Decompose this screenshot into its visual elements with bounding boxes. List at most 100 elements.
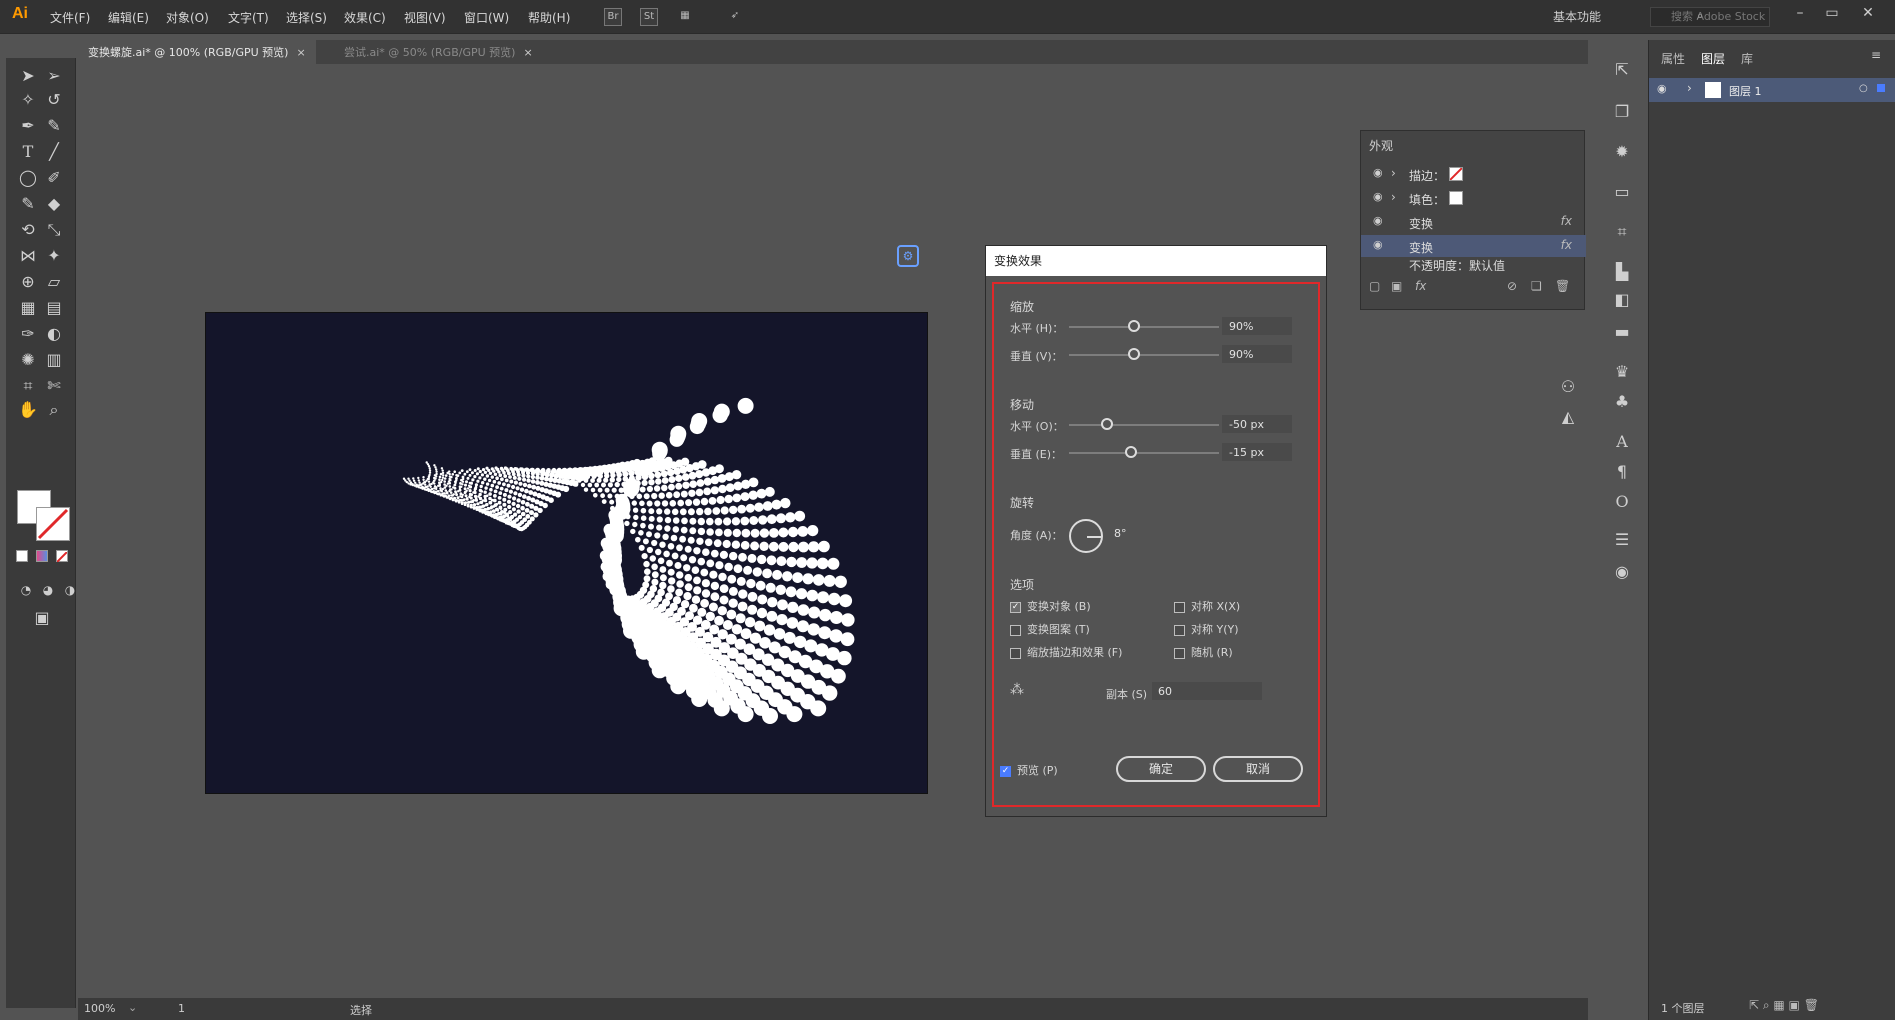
- appearance-icon[interactable]: ⚇: [1556, 375, 1580, 399]
- selection-indicator[interactable]: [1877, 84, 1885, 92]
- layers-footer-icons[interactable]: ⇱ ⌕ ▦ ▣ 🗑: [1749, 998, 1819, 1013]
- opentype-icon[interactable]: O: [1610, 490, 1634, 514]
- color-icon[interactable]: ✹: [1610, 140, 1634, 164]
- spiral-dot: [764, 486, 775, 497]
- appearance-row-opacity[interactable]: 不透明度：默认值: [1361, 257, 1586, 271]
- checkbox-icon[interactable]: [1010, 624, 1021, 636]
- transform-objects-checkbox[interactable]: ✓ 变换对象 (B): [1010, 598, 1091, 614]
- paragraph-icon[interactable]: ¶: [1610, 460, 1634, 484]
- export-icon[interactable]: ⇱: [1610, 58, 1634, 82]
- scale-h-slider-knob[interactable]: [1128, 320, 1140, 332]
- scale-h-value[interactable]: 90%: [1229, 320, 1253, 333]
- workspace-switcher[interactable]: 基本功能: [1553, 8, 1601, 25]
- appearance-row-transform[interactable]: ◉ 变换 fx: [1361, 211, 1586, 233]
- eye-icon[interactable]: ◉: [1373, 166, 1383, 179]
- scale-strokes-checkbox[interactable]: 缩放描边和效果 (F): [1010, 644, 1122, 660]
- transform-effect-dialog: 变换效果 缩放 水平 (H)： 90% 垂直 (V)： 90% 移动 水平 (O…: [985, 245, 1327, 817]
- fill-white-swatch[interactable]: [1449, 191, 1463, 205]
- checkbox-icon[interactable]: ✓: [1010, 601, 1021, 613]
- checkbox-icon[interactable]: [1174, 647, 1185, 659]
- graphic-styles-icon[interactable]: ◭: [1556, 405, 1580, 429]
- reference-point-icon[interactable]: ⁂: [1010, 682, 1024, 698]
- tab-properties[interactable]: 属性: [1661, 50, 1685, 67]
- spiral-dot: [433, 487, 436, 490]
- spiral-dot: [718, 484, 727, 494]
- pathfinder-icon[interactable]: ◧: [1610, 288, 1634, 312]
- spiral-dot: [471, 478, 475, 482]
- brushes-icon[interactable]: ♛: [1610, 360, 1634, 384]
- chevron-down-icon[interactable]: ⌄: [128, 1001, 137, 1014]
- transform-icon[interactable]: ⌗: [1610, 220, 1634, 244]
- eye-icon[interactable]: ◉: [1373, 190, 1383, 203]
- transform-patterns-checkbox[interactable]: 变换图案 (T): [1010, 621, 1090, 637]
- checkbox-icon[interactable]: ✓: [1000, 765, 1011, 777]
- move-v-slider-knob[interactable]: [1125, 446, 1137, 458]
- appearance-row-fill[interactable]: ◉ › 填色：: [1361, 187, 1586, 209]
- artboard-number[interactable]: 1: [178, 1002, 185, 1015]
- duplicate-item-icon[interactable]: ❏: [1531, 279, 1542, 293]
- cancel-button[interactable]: 取消: [1213, 756, 1303, 782]
- scale-h-slider[interactable]: [1069, 320, 1219, 332]
- spiral-dot: [672, 526, 680, 533]
- add-stroke-icon[interactable]: ▢: [1369, 279, 1380, 293]
- stroke-none-swatch[interactable]: [1449, 167, 1463, 181]
- layer-row[interactable]: ◉ › 图层 1 ○: [1649, 78, 1895, 102]
- move-v-slider[interactable]: [1069, 446, 1219, 458]
- clear-appearance-icon[interactable]: ⊘: [1507, 279, 1517, 293]
- scale-v-slider-knob[interactable]: [1128, 348, 1140, 360]
- tab-layers[interactable]: 图层: [1701, 50, 1725, 67]
- character-icon[interactable]: A: [1610, 430, 1634, 454]
- stroke-panel-icon[interactable]: ☰: [1610, 528, 1634, 552]
- copies-value[interactable]: 60: [1158, 685, 1172, 698]
- fx-icon[interactable]: fx: [1561, 238, 1572, 252]
- checkbox-icon[interactable]: [1174, 624, 1185, 636]
- angle-dial[interactable]: [1069, 519, 1103, 553]
- gradient-panel-icon[interactable]: ▬: [1610, 320, 1634, 344]
- scale-v-value[interactable]: 90%: [1229, 348, 1253, 361]
- chevron-right-icon[interactable]: ›: [1687, 81, 1692, 95]
- trash-icon[interactable]: 🗑: [1555, 279, 1570, 293]
- scale-v-slider[interactable]: [1069, 348, 1219, 360]
- spiral-dot: [437, 490, 440, 493]
- align-icon[interactable]: ▙: [1610, 260, 1634, 284]
- move-v-value[interactable]: -15 px: [1229, 446, 1264, 459]
- move-h-slider-knob[interactable]: [1101, 418, 1113, 430]
- add-fill-icon[interactable]: ▣: [1391, 279, 1402, 293]
- reflect-y-checkbox[interactable]: 对称 Y(Y): [1174, 621, 1239, 637]
- zoom-level[interactable]: 100%: [84, 1002, 115, 1015]
- chevron-right-icon[interactable]: ›: [1391, 190, 1396, 204]
- spiral-dot: [656, 508, 663, 515]
- move-h-slider[interactable]: [1069, 418, 1219, 430]
- spiral-dot: [519, 467, 523, 471]
- move-h-value[interactable]: -50 px: [1229, 418, 1264, 431]
- layer-name[interactable]: 图层 1: [1729, 83, 1762, 99]
- artboards-icon[interactable]: ❐: [1610, 100, 1634, 124]
- eye-icon[interactable]: ◉: [1373, 238, 1383, 251]
- add-effect-icon[interactable]: fx: [1415, 279, 1426, 293]
- checkbox-icon[interactable]: [1010, 647, 1021, 659]
- transparency-icon[interactable]: ◉: [1610, 560, 1634, 584]
- minimize-button[interactable]: –: [1790, 5, 1810, 25]
- checkbox-icon[interactable]: [1174, 601, 1185, 613]
- stock-search-input[interactable]: 搜索 Adobe Stock: [1650, 7, 1770, 27]
- angle-value[interactable]: 8°: [1114, 527, 1127, 540]
- maximize-button[interactable]: ▭: [1822, 5, 1842, 25]
- close-window-button[interactable]: ✕: [1858, 5, 1878, 25]
- ok-button[interactable]: 确定: [1116, 756, 1206, 782]
- symbols-icon[interactable]: ♣: [1610, 390, 1634, 414]
- preview-checkbox[interactable]: ✓ 预览 (P): [1000, 762, 1058, 778]
- color-guide-icon[interactable]: ▭: [1610, 180, 1634, 204]
- fx-icon[interactable]: fx: [1561, 214, 1572, 228]
- spiral-artwork[interactable]: [0, 0, 1000, 900]
- tab-libraries[interactable]: 库: [1741, 50, 1753, 67]
- chevron-right-icon[interactable]: ›: [1391, 166, 1396, 180]
- reflect-x-checkbox[interactable]: 对称 X(X): [1174, 598, 1240, 614]
- appearance-row-stroke[interactable]: ◉ › 描边：: [1361, 163, 1586, 185]
- target-icon[interactable]: ○: [1859, 83, 1868, 94]
- effect-widget-icon[interactable]: ⚙: [897, 245, 919, 267]
- eye-icon[interactable]: ◉: [1373, 214, 1383, 227]
- eye-icon[interactable]: ◉: [1657, 82, 1667, 95]
- random-checkbox[interactable]: 随机 (R): [1174, 644, 1233, 660]
- appearance-row-transform-selected[interactable]: ◉ 变换 fx: [1361, 235, 1586, 257]
- panel-menu-icon[interactable]: ≡: [1871, 48, 1881, 62]
